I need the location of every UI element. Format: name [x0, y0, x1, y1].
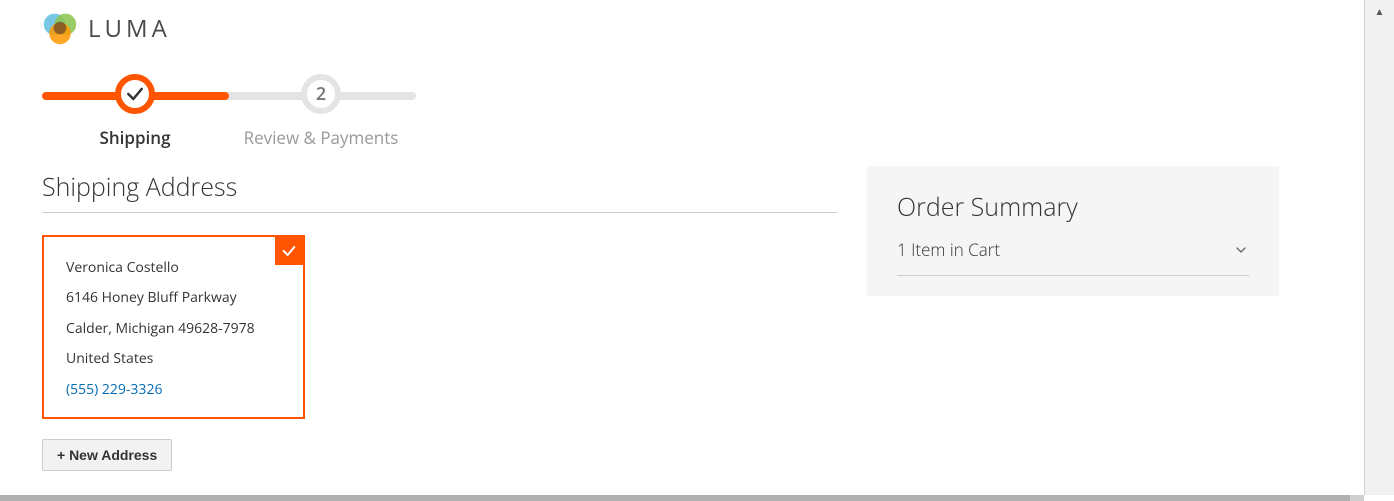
progress-label-shipping: Shipping — [42, 126, 228, 149]
order-summary-title: Order Summary — [897, 190, 1249, 224]
progress-step-review: 2 Review & Payments — [228, 74, 414, 149]
shipping-address-title: Shipping Address — [42, 170, 837, 213]
address-street: 6146 Honey Bluff Parkway — [66, 287, 283, 309]
progress-bubble-pending: 2 — [301, 74, 341, 114]
new-address-button[interactable]: + New Address — [42, 439, 172, 471]
browser-vertical-scrollbar[interactable]: ▲ — [1364, 0, 1394, 495]
chevron-down-icon — [1233, 242, 1249, 258]
checkmark-icon — [125, 84, 145, 104]
address-city-state-zip: Calder, Michigan 49628-7978 — [66, 318, 283, 340]
progress-label-review: Review & Payments — [228, 126, 414, 149]
selected-address-badge — [275, 237, 303, 265]
brand-logo[interactable]: LUMA — [42, 10, 1322, 46]
address-country: United States — [66, 348, 283, 370]
scroll-up-arrow-icon[interactable]: ▲ — [1365, 0, 1394, 22]
cart-items-toggle[interactable]: 1 Item in Cart — [897, 224, 1249, 276]
progress-step-shipping: Shipping — [42, 74, 228, 149]
scrollbar-thumb[interactable] — [0, 495, 1350, 501]
browser-horizontal-scrollbar[interactable] — [0, 495, 1364, 501]
checkmark-icon — [281, 243, 297, 259]
brand-name: LUMA — [88, 12, 171, 45]
address-name: Veronica Costello — [66, 257, 283, 279]
cart-items-count: 1 Item in Cart — [897, 238, 1000, 261]
address-phone-link[interactable]: (555) 229-3326 — [66, 380, 162, 399]
progress-bubble-active — [115, 74, 155, 114]
scrollbar-track[interactable] — [1365, 22, 1394, 495]
shipping-address-card[interactable]: Veronica Costello 6146 Honey Bluff Parkw… — [42, 235, 305, 419]
order-summary-panel: Order Summary 1 Item in Cart — [867, 166, 1279, 296]
checkout-progress: Shipping 2 Review & Payments — [42, 74, 416, 144]
luma-logo-icon — [42, 10, 78, 46]
